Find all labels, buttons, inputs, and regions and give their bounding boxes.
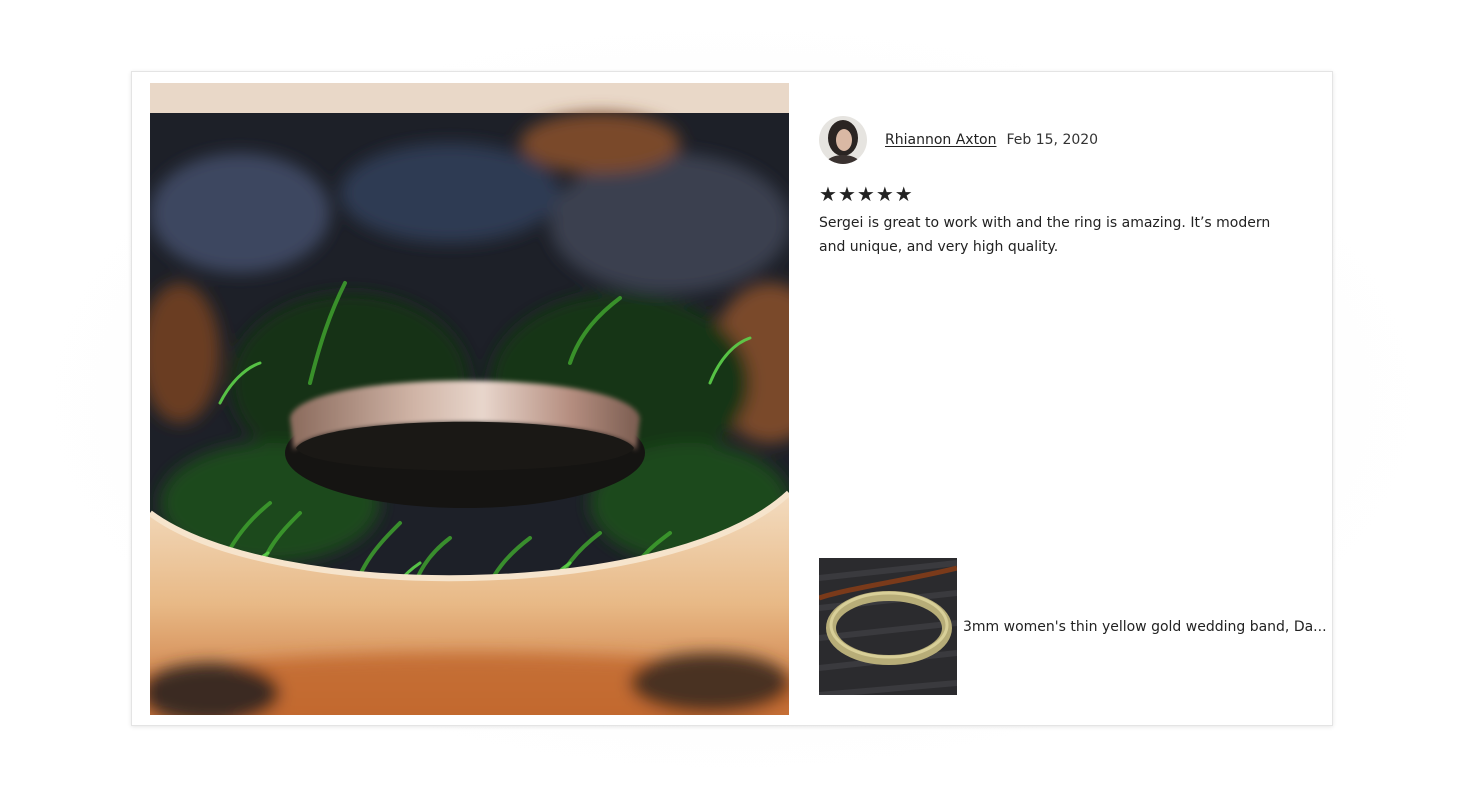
star-icon: ★	[875, 182, 894, 206]
star-icon: ★	[894, 182, 913, 206]
reviewed-product[interactable]: 3mm women's thin yellow gold wedding ban…	[819, 558, 1327, 695]
star-icon: ★	[856, 182, 875, 206]
star-icon: ★	[819, 182, 837, 206]
reviewer-avatar[interactable]	[819, 115, 867, 164]
review-photo[interactable]	[150, 83, 789, 715]
reviewer-name-link[interactable]: Rhiannon Axton	[885, 132, 997, 148]
star-icon: ★	[837, 182, 856, 206]
reviewer-row: Rhiannon Axton Feb 15, 2020	[819, 115, 1309, 164]
product-title-link[interactable]: 3mm women's thin yellow gold wedding ban…	[963, 619, 1327, 635]
star-rating: ★ ★ ★ ★ ★	[819, 184, 1309, 204]
review-date: Feb 15, 2020	[1006, 131, 1099, 148]
review-text: Sergei is great to work with and the rin…	[819, 215, 1271, 255]
review-card: Rhiannon Axton Feb 15, 2020 ★ ★ ★ ★ ★ Se…	[131, 71, 1333, 726]
product-thumbnail[interactable]	[819, 558, 957, 695]
review-details: Rhiannon Axton Feb 15, 2020 ★ ★ ★ ★ ★ Se…	[819, 115, 1309, 259]
